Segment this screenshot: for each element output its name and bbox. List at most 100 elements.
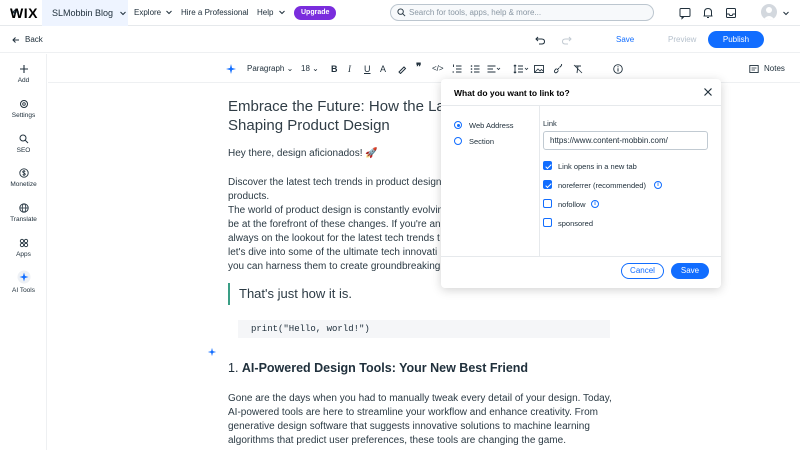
- ai-sparkle-icon[interactable]: [207, 347, 217, 357]
- paragraph-line: algorithms that predict user preferences…: [228, 435, 566, 446]
- gear-icon: [19, 100, 28, 108]
- sidebar-item-settings[interactable]: Settings: [0, 99, 47, 119]
- paragraph-style-dropdown[interactable]: Paragraph ⌄: [247, 64, 293, 73]
- image-icon[interactable]: [534, 64, 544, 74]
- web-address-label[interactable]: Web Address: [469, 121, 513, 130]
- code-block[interactable]: print("Hello, world!"): [238, 320, 610, 338]
- bold-icon[interactable]: B: [331, 64, 338, 74]
- align-icon[interactable]: [487, 64, 501, 74]
- sidebar-item-seo[interactable]: SEO: [0, 134, 47, 154]
- highlight-icon[interactable]: [397, 64, 407, 74]
- hire-professional-link[interactable]: Hire a Professional: [181, 8, 249, 17]
- italic-icon[interactable]: I: [348, 64, 351, 74]
- sidebar-item-translate[interactable]: Translate: [0, 203, 47, 223]
- chevron-down-icon: [120, 11, 126, 16]
- blockquote[interactable]: That's just how it is.: [228, 283, 352, 305]
- new-tab-checkbox[interactable]: [543, 161, 552, 170]
- dollar-icon: [18, 168, 29, 178]
- dialog-title: What do you want to link to?: [454, 88, 570, 98]
- sidebar-item-add[interactable]: Add: [0, 64, 47, 84]
- bell-icon[interactable]: [701, 6, 715, 20]
- site-name: SLMobbin Blog: [52, 8, 114, 18]
- chevron-down-icon: [166, 10, 173, 15]
- sparkle-icon: [17, 270, 30, 284]
- nofollow-checkbox[interactable]: [543, 199, 552, 208]
- numbered-list-icon[interactable]: [452, 64, 462, 74]
- sidebar-item-ai-tools[interactable]: AI Tools: [0, 270, 47, 294]
- sponsored-checkbox[interactable]: [543, 218, 552, 227]
- ai-sparkle-icon[interactable]: [225, 63, 237, 75]
- noreferrer-label[interactable]: noreferrer (recommended): [558, 181, 646, 190]
- help-menu[interactable]: Help: [257, 8, 286, 17]
- chevron-down-icon[interactable]: [782, 9, 790, 17]
- globe-icon: [18, 203, 29, 213]
- search-bar[interactable]: Search for tools, apps, help & more...: [390, 4, 654, 21]
- search-icon: [397, 8, 406, 17]
- clear-format-icon[interactable]: [573, 64, 583, 74]
- publish-button[interactable]: Publish: [708, 31, 764, 48]
- divider: [441, 105, 721, 106]
- sidebar-item-monetize[interactable]: Monetize: [0, 168, 47, 188]
- site-selector[interactable]: SLMobbin Blog: [42, 0, 128, 26]
- redo-icon[interactable]: [561, 34, 572, 45]
- sidebar-item-label: Apps: [16, 251, 31, 258]
- sponsored-label[interactable]: sponsored: [558, 219, 593, 228]
- info-icon[interactable]: i: [654, 181, 662, 189]
- underline-icon[interactable]: U: [364, 64, 371, 74]
- paragraph-line: Gone are the days when you had to manual…: [228, 393, 612, 404]
- paragraph-line: AI-powered tools are here to streamline …: [228, 407, 598, 418]
- cancel-button[interactable]: Cancel: [621, 263, 664, 279]
- nofollow-label[interactable]: nofollow: [558, 200, 586, 209]
- quote-icon[interactable]: ❞: [416, 62, 421, 73]
- chevron-down-icon: ⌄: [286, 64, 294, 73]
- divider: [441, 256, 721, 257]
- chevron-down-icon: ⌄: [312, 64, 319, 73]
- text-color-icon[interactable]: A: [380, 64, 386, 74]
- link-label: Link: [543, 119, 557, 128]
- help-label: Help: [257, 8, 274, 17]
- sidebar-item-label: Settings: [11, 112, 36, 119]
- explore-menu[interactable]: Explore: [134, 8, 173, 17]
- notes-button[interactable]: Notes: [764, 64, 785, 73]
- search-placeholder: Search for tools, apps, help & more...: [409, 8, 542, 17]
- font-size-label: 18: [301, 64, 310, 73]
- close-icon[interactable]: [703, 87, 713, 97]
- back-label[interactable]: Back: [25, 35, 43, 44]
- new-tab-label[interactable]: Link opens in a new tab: [558, 162, 637, 171]
- body-paragraph[interactable]: Gone are the days when you had to manual…: [228, 392, 628, 448]
- code-icon[interactable]: </>: [432, 64, 444, 73]
- search-icon: [19, 134, 28, 144]
- save-link-button[interactable]: Save: [671, 263, 709, 279]
- left-sidebar: Add Settings SEO Monetize Translate Apps…: [0, 54, 47, 450]
- bullet-list-icon[interactable]: [470, 64, 480, 74]
- noreferrer-checkbox[interactable]: [543, 180, 552, 189]
- save-button[interactable]: Save: [616, 35, 634, 44]
- avatar[interactable]: [761, 4, 777, 20]
- divider: [539, 106, 540, 256]
- line-spacing-icon[interactable]: [513, 64, 529, 74]
- link-dialog: What do you want to link to? Web Address…: [441, 79, 721, 288]
- sidebar-item-label: Add: [17, 77, 30, 84]
- upgrade-button[interactable]: Upgrade: [294, 6, 337, 20]
- section-label[interactable]: Section: [469, 137, 494, 146]
- inbox-icon[interactable]: [724, 6, 738, 20]
- section-heading[interactable]: 1. AI-Powered Design Tools: Your New Bes…: [228, 360, 528, 376]
- chat-icon[interactable]: [678, 6, 692, 20]
- preview-button[interactable]: Preview: [668, 35, 696, 44]
- info-icon[interactable]: [613, 64, 623, 74]
- arrow-left-icon: [12, 9, 19, 15]
- undo-icon[interactable]: [535, 34, 546, 45]
- font-size-dropdown[interactable]: 18 ⌄: [301, 64, 319, 73]
- sidebar-item-apps[interactable]: Apps: [0, 238, 47, 258]
- paragraph-style-label: Paragraph: [247, 64, 285, 73]
- web-address-radio[interactable]: [454, 121, 462, 129]
- sidebar-item-label: AI Tools: [11, 287, 35, 294]
- info-icon[interactable]: i: [591, 200, 599, 208]
- link-icon[interactable]: [553, 64, 563, 74]
- notes-icon[interactable]: [749, 64, 759, 74]
- sidebar-item-label: SEO: [16, 147, 31, 154]
- sidebar-item-label: Translate: [10, 216, 37, 223]
- sidebar-item-label: Monetize: [10, 181, 37, 188]
- section-radio[interactable]: [454, 137, 462, 145]
- link-url-input[interactable]: [543, 131, 708, 150]
